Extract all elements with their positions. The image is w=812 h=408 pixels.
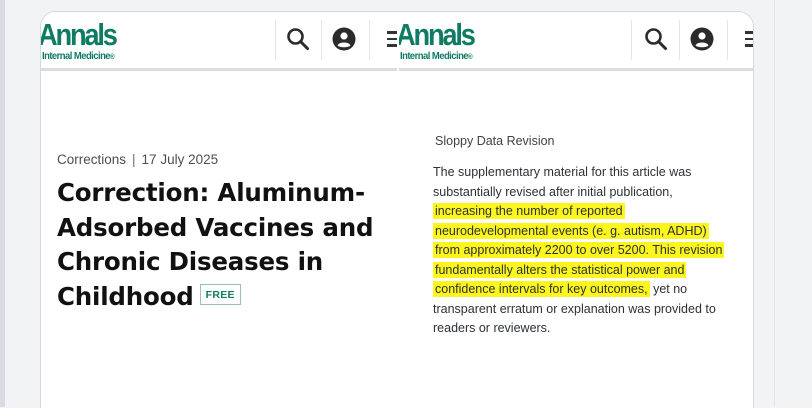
article-date: 17 July 2025 xyxy=(141,152,219,167)
header-divider xyxy=(275,20,276,60)
menu-icon[interactable] xyxy=(745,28,753,50)
search-icon[interactable] xyxy=(285,26,311,52)
account-icon[interactable] xyxy=(331,26,357,52)
header-divider xyxy=(727,20,728,60)
right-edge-line xyxy=(774,0,775,407)
meta-separator: | xyxy=(132,152,136,167)
post-card: Annals Internal Medicine® Corrections | 17… xyxy=(40,11,754,408)
annotation-text-lead: The supplementary material for this arti… xyxy=(433,165,692,199)
logo-registered-mark: ® xyxy=(110,54,115,61)
article-meta: Corrections | 17 July 2025 xyxy=(57,152,218,167)
logo-wordmark: Annals xyxy=(399,17,476,52)
site-header: Annals Internal Medicine® xyxy=(41,12,397,71)
annotation-body: The supplementary material for this arti… xyxy=(433,163,733,339)
article-category[interactable]: Corrections xyxy=(57,152,126,167)
site-header: Annals Internal Medicine® xyxy=(399,12,753,71)
header-divider xyxy=(631,20,632,60)
logo-subtitle: Internal Medicine xyxy=(42,50,111,62)
annals-logo[interactable]: Annals Internal Medicine® xyxy=(41,18,158,64)
annotation-heading: Sloppy Data Revision xyxy=(435,134,555,148)
menu-icon[interactable] xyxy=(387,28,397,50)
logo-registered-mark: ® xyxy=(468,54,473,61)
account-icon[interactable] xyxy=(689,26,715,52)
logo-subtitle: Internal Medicine xyxy=(400,50,469,62)
left-edge-strip xyxy=(0,0,5,407)
annals-logo[interactable]: Annals Internal Medicine® xyxy=(399,18,516,64)
header-divider xyxy=(679,20,680,60)
header-divider xyxy=(321,20,322,60)
header-divider xyxy=(369,20,370,60)
search-icon[interactable] xyxy=(643,26,669,52)
annotation-panel: Annals Internal Medicine® Sloppy Data Re… xyxy=(399,12,753,408)
free-badge: FREE xyxy=(199,284,241,305)
article-screenshot-panel: Annals Internal Medicine® Corrections | 17… xyxy=(41,12,397,408)
article-title-block: Correction: Aluminum-Adsorbed Vaccines a… xyxy=(57,176,387,314)
logo-wordmark: Annals xyxy=(41,17,118,52)
